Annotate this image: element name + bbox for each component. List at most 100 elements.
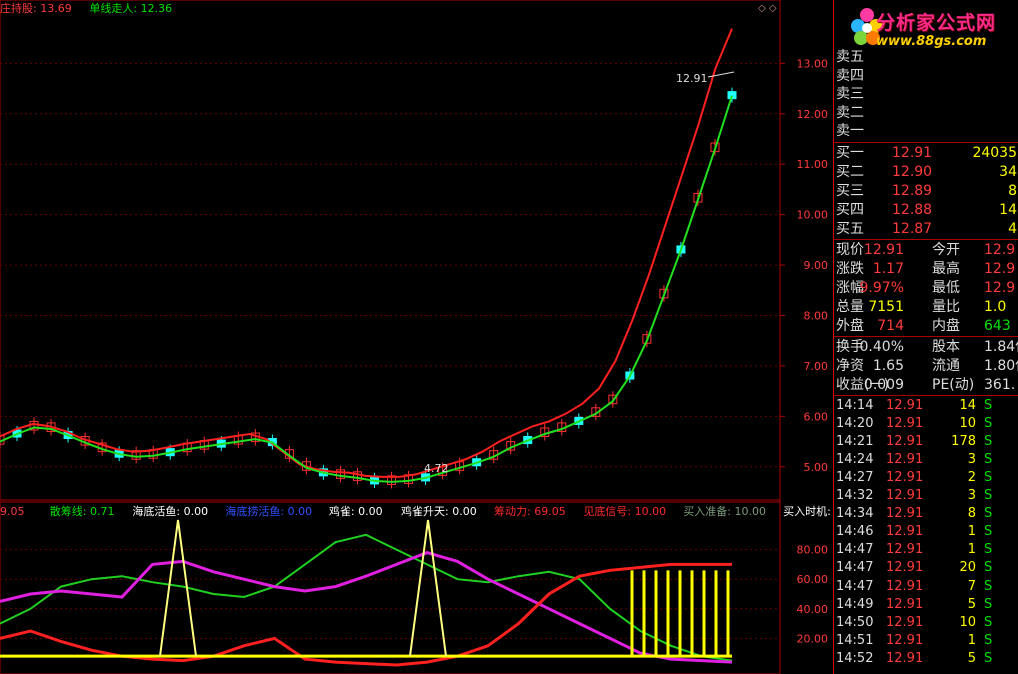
quote-value: 714 <box>877 317 904 334</box>
tick-price: 12.91 <box>886 650 924 666</box>
quote-label: 今开 <box>932 241 960 258</box>
tick-side: S <box>984 524 993 540</box>
buy-row: 买五 12.87 4 <box>834 220 1018 239</box>
sell-label: 卖一 <box>836 123 864 139</box>
buy-row: 买三 12.89 8 <box>834 182 1018 201</box>
buy-price: 12.91 <box>892 144 933 161</box>
legend-value: 0.00 <box>180 505 208 518</box>
buy-label: 买四 <box>836 201 864 218</box>
series-line-1 <box>0 95 733 483</box>
quote-value: 1.80亿 <box>984 357 1018 374</box>
series-line-0 <box>0 28 733 478</box>
window-control-icon[interactable]: ◇ ◇ <box>758 3 777 14</box>
quote-value: 1.65 <box>872 357 904 374</box>
tick-volume: 5 <box>967 596 976 612</box>
quote-label: 流通 <box>932 357 960 374</box>
tick-side: S <box>984 433 993 449</box>
tick-row: 14:51 12.91 1 S <box>834 632 1018 650</box>
legend-item: 筹动力: 69.05 <box>494 504 566 518</box>
sell-row: 卖一 <box>834 122 1018 141</box>
legend-item: 海底捞活鱼: 0.00 <box>225 504 312 518</box>
buy-label: 买二 <box>836 163 864 180</box>
legend-label: 鸡雀升天: <box>401 504 449 518</box>
legend-label: 买入时机: <box>783 504 831 518</box>
buy-price: 12.88 <box>892 201 933 218</box>
legend-value: 0.71 <box>87 505 115 518</box>
tick-volume: 10 <box>959 614 976 630</box>
tick-side: S <box>984 596 993 612</box>
tick-row: 14:32 12.91 3 S <box>834 487 1018 505</box>
buy-row: 买一 12.91 24035 <box>834 144 1018 163</box>
indicator-series <box>0 519 733 667</box>
tick-price: 12.91 <box>886 632 924 648</box>
price-grid <box>0 62 780 468</box>
sell-label: 卖三 <box>836 86 864 102</box>
buy-label: 买一 <box>836 144 864 161</box>
tick-volume: 3 <box>967 488 976 503</box>
legend-value: 0.00 <box>449 505 477 518</box>
tick-price: 12.91 <box>886 488 924 503</box>
tick-price: 12.91 <box>886 397 924 413</box>
tick-volume: 3 <box>967 451 976 467</box>
legend-label: 海底活鱼: <box>132 504 180 518</box>
divider <box>834 141 1018 143</box>
buy-volume: 24035 <box>972 144 1017 161</box>
legend-item: 海底活鱼: 0.00 <box>132 504 208 518</box>
tick-volume: 178 <box>951 433 976 449</box>
quote-label: 最低 <box>932 279 960 296</box>
tick-side: S <box>984 488 993 503</box>
quote-value: 12.9 <box>984 260 1016 277</box>
quote-label: 最高 <box>932 260 960 277</box>
quote-row: 涨跌 1.17 最高 12.9 <box>834 260 1018 279</box>
sell-label: 卖四 <box>836 67 864 84</box>
tick-time: 14:47 <box>836 578 874 594</box>
tick-side: S <box>984 650 993 666</box>
tick-time: 14:20 <box>836 415 874 431</box>
tick-side: S <box>984 397 993 413</box>
tick-time: 14:52 <box>836 650 874 666</box>
legend-label: 买入准备: <box>683 504 731 518</box>
tick-time: 14:14 <box>836 397 874 413</box>
buy-price: 12.90 <box>892 163 933 180</box>
tick-row: 14:47 12.91 20 S <box>834 559 1018 577</box>
ind-spike-2 <box>409 519 447 657</box>
quote-value: 1.84亿 <box>984 338 1018 355</box>
legend-label: 筹动力: <box>494 504 531 518</box>
tick-volume: 10 <box>959 415 976 431</box>
quote-value: 1.0 <box>984 298 1007 315</box>
tick-time: 14:46 <box>836 524 874 540</box>
sell-label: 卖二 <box>836 104 864 121</box>
legend-value: 10.00 <box>631 505 666 518</box>
legend-item: 散筹线: 0.71 <box>50 504 115 518</box>
tick-side: S <box>984 469 993 485</box>
tick-volume: 5 <box>967 650 976 666</box>
price-tick-label: 5.00 <box>804 461 829 474</box>
tick-time: 14:32 <box>836 488 874 503</box>
quote-label: 股本 <box>932 338 960 355</box>
quote-row: 换手0.40%股本1.84亿 <box>834 338 1018 357</box>
legend-item: 庄持股: 13.69 <box>0 1 72 15</box>
tick-time: 14:51 <box>836 632 874 648</box>
ind-tick-label: 40.00 <box>797 603 829 616</box>
tick-price: 12.91 <box>886 469 924 485</box>
kline-chart[interactable]: 13.00 12.00 11.00 10.00 9.00 8.00 7.00 6.00 5.00… <box>0 0 833 674</box>
divider <box>834 394 1018 396</box>
quote-label: PE(动) <box>932 376 975 393</box>
quote-label: 量比 <box>932 298 960 315</box>
tick-volume: 1 <box>967 524 976 540</box>
tick-row: 14:47 12.91 1 S <box>834 541 1018 559</box>
price-tick-label: 8.00 <box>804 310 829 323</box>
tick-price: 12.91 <box>886 524 924 540</box>
buy-label: 买五 <box>836 220 864 237</box>
legend-label: 见底信号: <box>583 504 631 518</box>
tick-row: 14:24 12.91 3 S <box>834 451 1018 469</box>
quote-row: 收益(一) 0.009 PE(动) 361. <box>834 376 1018 395</box>
tick-time: 14:50 <box>836 614 874 630</box>
legend-item: 9.05 <box>0 505 25 518</box>
quote-value: 361. <box>984 376 1016 393</box>
divider <box>834 335 1018 337</box>
tick-side: S <box>984 415 993 431</box>
quote-row: 外盘 714 内盘 643 <box>834 317 1018 336</box>
tick-row: 14:14 12.91 14 S <box>834 397 1018 415</box>
sell-row: 卖三 <box>834 85 1018 104</box>
